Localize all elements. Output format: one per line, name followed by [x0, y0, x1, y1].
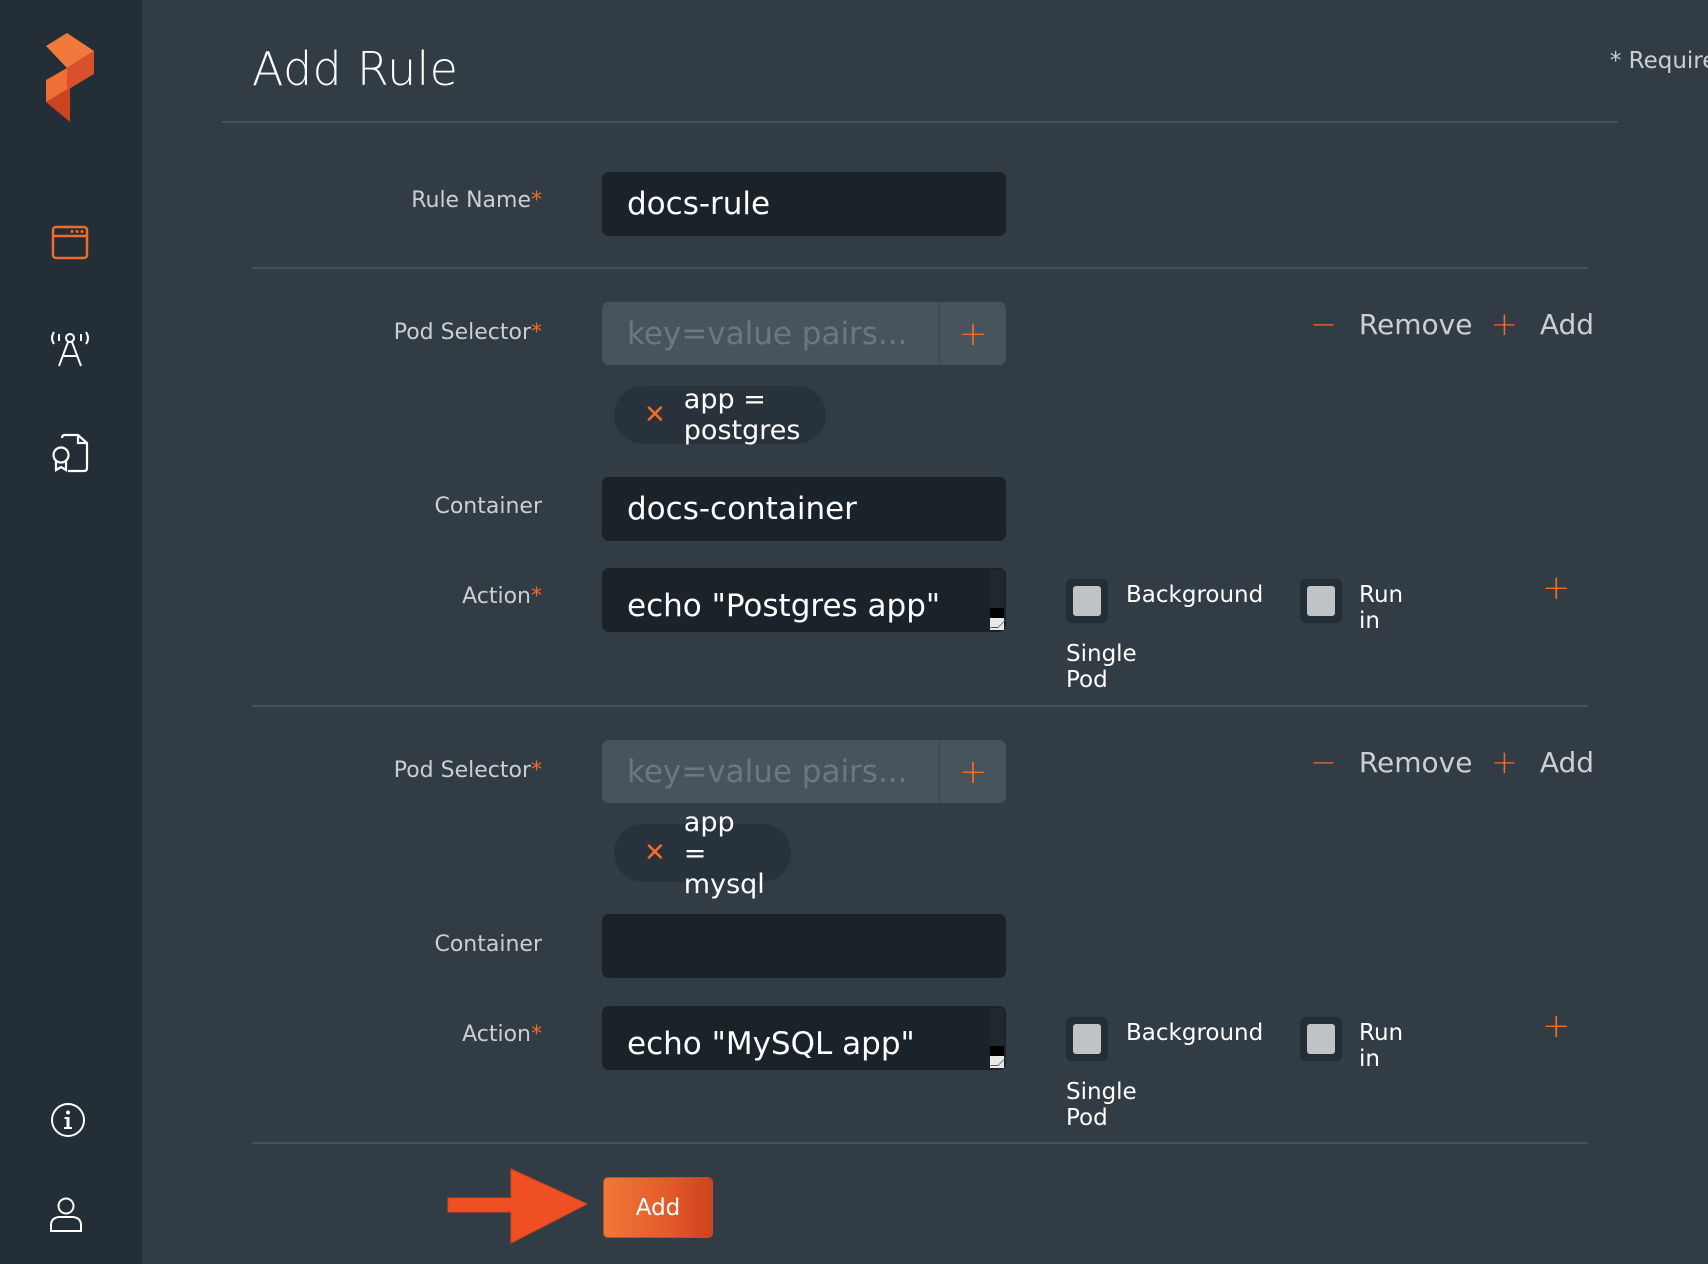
- rule-name-label: Rule Name*: [411, 188, 542, 213]
- header-divider: [222, 121, 1618, 123]
- container-label: Container: [434, 494, 542, 519]
- user-icon[interactable]: [49, 1196, 83, 1234]
- page-title: Add Rule: [252, 42, 459, 96]
- tag-text: app = mysql: [683, 806, 765, 900]
- rule-name-input[interactable]: docs-rule: [602, 172, 1006, 236]
- selector-tag: ✕ app = postgres: [614, 384, 827, 446]
- pod-selector-input: key=value pairs... +: [602, 740, 1006, 803]
- pod-selector-field[interactable]: key=value pairs...: [602, 302, 939, 365]
- add-action-icon[interactable]: +: [1542, 1006, 1571, 1046]
- background-checkbox[interactable]: [1066, 1017, 1108, 1061]
- action-label: Action*: [462, 1022, 542, 1047]
- remove-tag-icon[interactable]: ✕: [644, 838, 666, 868]
- add-section-button[interactable]: + Add: [1491, 742, 1594, 782]
- info-icon[interactable]: [50, 1102, 86, 1138]
- section-divider: [252, 705, 1588, 707]
- required-asterisk: *: [531, 188, 542, 213]
- required-asterisk: *: [531, 320, 542, 345]
- add-section-button[interactable]: + Add: [1491, 304, 1594, 344]
- certificate-icon[interactable]: [50, 432, 90, 474]
- add-selector-button[interactable]: +: [939, 740, 1006, 803]
- minus-icon: −: [1310, 743, 1337, 781]
- background-checkbox[interactable]: [1066, 579, 1108, 623]
- portworx-logo[interactable]: [40, 30, 102, 125]
- scrollbar-thumb[interactable]: [990, 1046, 1004, 1056]
- plus-icon: +: [1491, 305, 1518, 343]
- resize-handle-icon[interactable]: [990, 618, 1004, 630]
- remove-section-button[interactable]: − Remove: [1310, 304, 1472, 344]
- container-input[interactable]: [602, 914, 1006, 978]
- run-single-pod-checkbox[interactable]: [1300, 579, 1342, 623]
- remove-section-button[interactable]: − Remove: [1310, 742, 1472, 782]
- pod-selector-label: Pod Selector*: [393, 758, 542, 783]
- window-icon[interactable]: [51, 225, 89, 260]
- section-divider: [252, 267, 1588, 269]
- annotation-arrow-icon: [447, 1168, 589, 1244]
- resize-handle-icon[interactable]: [990, 1056, 1004, 1068]
- plus-icon: +: [1491, 743, 1518, 781]
- background-label: Background: [1126, 582, 1264, 608]
- required-asterisk: *: [531, 584, 542, 609]
- add-action-icon[interactable]: +: [1542, 568, 1571, 608]
- required-note: * Required: [1609, 48, 1708, 74]
- action-textarea[interactable]: echo "Postgres app": [602, 568, 1006, 632]
- minus-icon: −: [1310, 305, 1337, 343]
- pod-selector-input: key=value pairs... +: [602, 302, 1006, 365]
- background-label: Background: [1126, 1020, 1264, 1046]
- scrollbar-thumb[interactable]: [990, 608, 1004, 618]
- required-asterisk: *: [531, 758, 542, 783]
- single-pod-label: Single Pod: [1066, 1079, 1137, 1131]
- remove-tag-icon[interactable]: ✕: [644, 400, 666, 430]
- add-selector-button[interactable]: +: [939, 302, 1006, 365]
- add-rule-submit-button[interactable]: Add: [603, 1177, 713, 1238]
- run-in-label: Run in: [1359, 582, 1404, 634]
- antenna-icon[interactable]: [48, 330, 92, 368]
- main-content: Add Rule * Required Rule Name* docs-rule…: [142, 0, 1708, 1264]
- container-label: Container: [434, 932, 542, 957]
- run-in-label: Run in: [1359, 1020, 1404, 1072]
- action-label: Action*: [462, 584, 542, 609]
- run-single-pod-checkbox[interactable]: [1300, 1017, 1342, 1061]
- pod-selector-field[interactable]: key=value pairs...: [602, 740, 939, 803]
- pod-selector-label: Pod Selector*: [393, 320, 542, 345]
- tag-text: app = postgres: [683, 384, 801, 446]
- section-divider: [252, 1142, 1588, 1144]
- required-asterisk: *: [531, 1022, 542, 1047]
- single-pod-label: Single Pod: [1066, 641, 1137, 693]
- sidebar: [0, 0, 142, 1264]
- action-textarea[interactable]: echo "MySQL app": [602, 1006, 1006, 1070]
- selector-tag: ✕ app = mysql: [614, 807, 791, 900]
- container-input[interactable]: docs-container: [602, 477, 1006, 541]
